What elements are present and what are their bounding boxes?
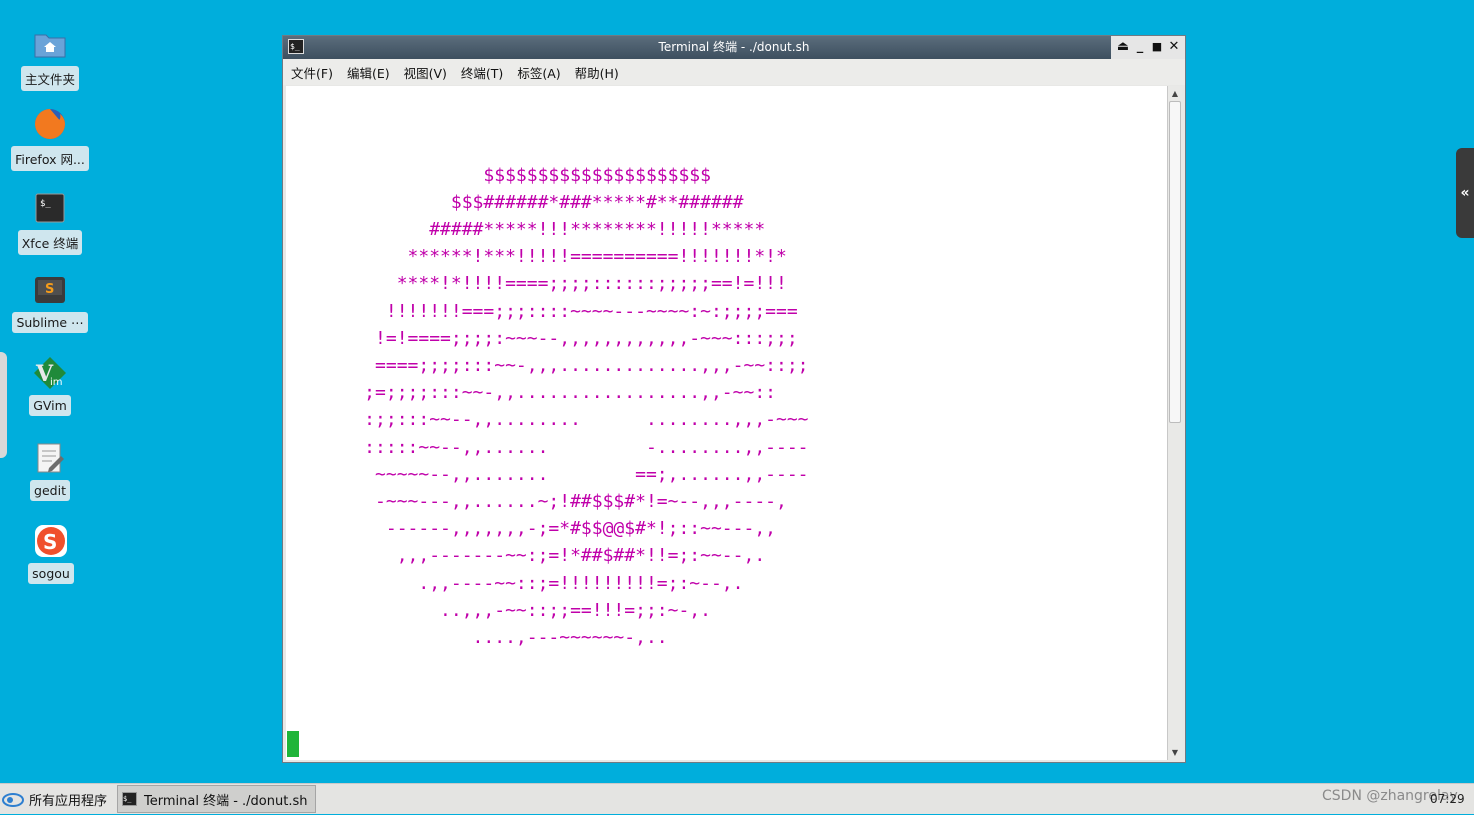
home-folder-icon	[32, 26, 68, 62]
gedit-icon	[32, 440, 68, 476]
desktop-icon-label: 主文件夹	[20, 66, 79, 91]
svg-text:$_: $_	[40, 199, 51, 209]
terminal-icon: $_	[122, 792, 137, 806]
taskbar-window-label: Terminal 终端 - ./donut.sh	[144, 793, 308, 809]
terminal-icon: $_	[32, 190, 68, 226]
desktop-icon-sogou[interactable]: S sogou	[6, 523, 96, 584]
desktop-icon-home[interactable]: 主文件夹	[5, 26, 95, 91]
window-titlebar[interactable]: $_ Terminal 终端 - ./donut.sh ⏏ _ ■ ✕	[283, 36, 1185, 59]
desktop-icon-label: Xfce 终端	[17, 230, 83, 255]
clock[interactable]: 07:29	[1430, 792, 1465, 806]
menu-help[interactable]: 帮助(H)	[575, 63, 619, 82]
desktop-icon-sublime[interactable]: S Sublime ⋯	[5, 272, 95, 333]
desktop-icon-gvim[interactable]: Vim GVim	[5, 355, 95, 416]
sublime-icon: S	[32, 272, 68, 308]
left-panel-handle[interactable]	[0, 352, 7, 458]
menu-view[interactable]: 视图(V)	[404, 63, 447, 82]
firefox-icon	[32, 106, 68, 142]
desktop-icon-label: sogou	[28, 563, 74, 584]
scrollbar-thumb[interactable]	[1169, 101, 1181, 423]
terminal-window: $_ Terminal 终端 - ./donut.sh ⏏ _ ■ ✕ 文件(F…	[282, 35, 1186, 763]
desktop-icon-xfce-terminal[interactable]: $_ Xfce 终端	[5, 190, 95, 255]
desktop-icon-gedit[interactable]: gedit	[5, 440, 95, 501]
menu-edit[interactable]: 编辑(E)	[347, 63, 390, 82]
desktop-icon-label: Firefox 网...	[11, 146, 89, 171]
vertical-scrollbar[interactable]: ▲ ▼	[1167, 86, 1182, 760]
vim-icon: Vim	[32, 355, 68, 391]
xfce-logo-icon	[2, 792, 24, 808]
menu-file[interactable]: 文件(F)	[291, 63, 333, 82]
taskbar-window-button[interactable]: $_ Terminal 终端 - ./donut.sh	[117, 785, 316, 813]
close-button[interactable]: ✕	[1166, 38, 1182, 56]
terminal-output[interactable]: $$$$$$$$$$$$$$$$$$$$$ $$$######*###*****…	[286, 86, 1167, 760]
desktop-icon-label: gedit	[30, 480, 70, 501]
menu-bar: 文件(F) 编辑(E) 视图(V) 终端(T) 标签(A) 帮助(H)	[283, 59, 1185, 85]
svg-text:im: im	[50, 377, 63, 388]
desktop-icon-label: Sublime ⋯	[12, 312, 88, 333]
right-panel-toggle[interactable]: «	[1456, 148, 1474, 238]
window-controls: ⏏ _ ■ ✕	[1111, 36, 1185, 59]
applications-menu-button[interactable]: 所有应用程序	[0, 784, 107, 815]
scroll-down-arrow-icon[interactable]: ▼	[1168, 746, 1182, 759]
menu-terminal[interactable]: 终端(T)	[461, 63, 503, 82]
applications-menu-label: 所有应用程序	[29, 794, 108, 809]
double-chevron-left-icon: «	[1460, 185, 1470, 201]
window-title: Terminal 终端 - ./donut.sh	[658, 40, 810, 54]
terminal-text: $$$$$$$$$$$$$$$$$$$$$ $$$######*###*****…	[364, 164, 809, 649]
terminal-cursor	[287, 731, 299, 757]
svg-text:S: S	[45, 282, 54, 297]
shade-button[interactable]: ⏏	[1115, 38, 1131, 56]
scroll-up-arrow-icon[interactable]: ▲	[1168, 87, 1182, 100]
sogou-icon: S	[33, 523, 69, 559]
desktop-icon-firefox[interactable]: Firefox 网...	[5, 106, 95, 171]
menu-tabs[interactable]: 标签(A)	[517, 63, 560, 82]
taskbar: 所有应用程序 $_ Terminal 终端 - ./donut.sh CSDN …	[0, 783, 1474, 814]
maximize-button[interactable]: ■	[1149, 38, 1165, 56]
svg-text:S: S	[43, 530, 57, 554]
minimize-button[interactable]: _	[1132, 38, 1148, 56]
desktop-icon-label: GVim	[29, 395, 71, 416]
